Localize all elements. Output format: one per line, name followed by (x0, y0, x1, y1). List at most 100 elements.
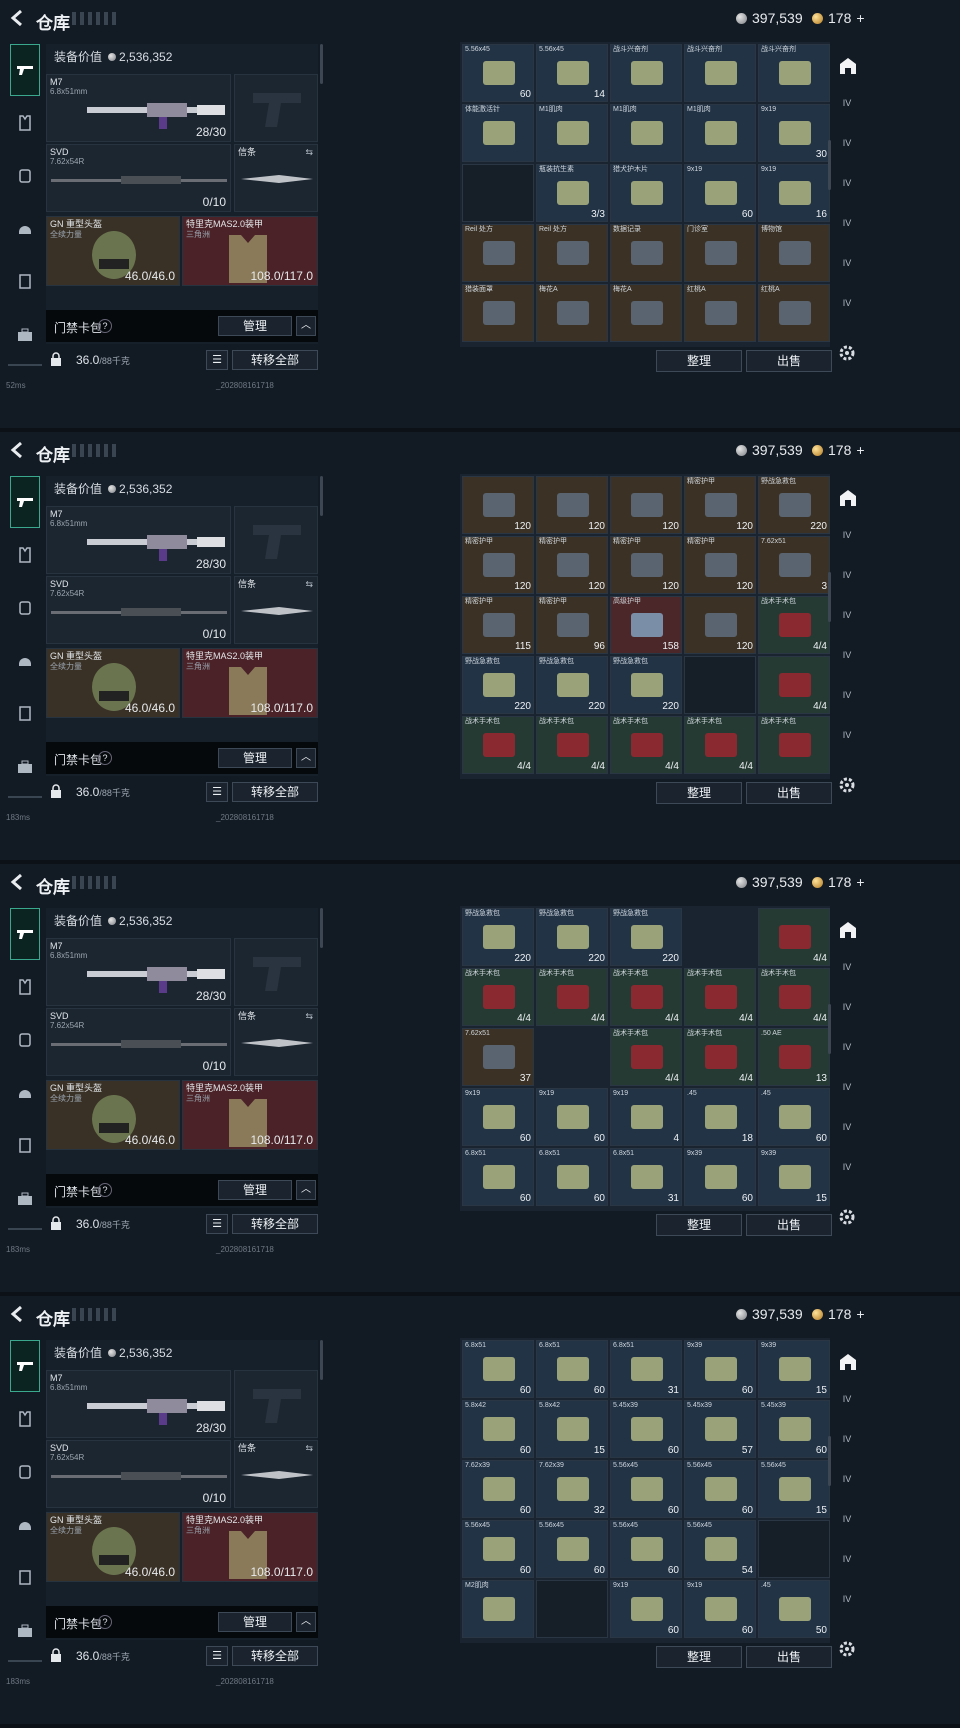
sell-button[interactable]: 出售 (746, 1214, 832, 1236)
stash-item[interactable]: .45 50 (758, 1580, 830, 1638)
keycard-help-icon[interactable]: ? (98, 1615, 112, 1629)
right-nav-item[interactable]: IV (836, 530, 858, 552)
stash-item[interactable]: 体能激活针 (462, 104, 534, 162)
stash-item[interactable]: 野战急救包 220 (536, 908, 608, 966)
stash-item[interactable]: 7.62x39 60 (462, 1460, 534, 1518)
sidearm-slot[interactable] (234, 74, 318, 142)
stash-item[interactable]: 9x39 60 (684, 1340, 756, 1398)
right-nav-item[interactable]: IV (836, 1082, 858, 1104)
back-icon[interactable] (8, 8, 26, 28)
stash-item[interactable]: 4/4 (758, 656, 830, 714)
home-icon[interactable] (838, 920, 858, 940)
swap-icon[interactable]: ⇆ (305, 1443, 313, 1454)
stash-item[interactable]: 120 (610, 476, 682, 534)
helmet-slot[interactable]: GN 重型头盔 全续力量 46.0/46.0 (46, 216, 180, 286)
stash-item[interactable]: M1肌肉 (610, 104, 682, 162)
right-nav-item[interactable]: IV (836, 962, 858, 984)
stash-item[interactable]: 战斗兴奋剂 (758, 44, 830, 102)
stash-item[interactable]: 野战急救包 220 (462, 656, 534, 714)
right-nav-item[interactable]: IV (836, 690, 858, 712)
stash-item[interactable]: 5.56x45 60 (610, 1460, 682, 1518)
armor-slot[interactable]: 特里克MAS2.0装甲 三角洲 108.0/117.0 (182, 648, 318, 718)
armor-slot[interactable]: 特里克MAS2.0装甲 三角洲 108.0/117.0 (182, 1080, 318, 1150)
nav-helmet[interactable] (10, 214, 40, 244)
keycard-help-icon[interactable]: ? (98, 319, 112, 333)
stash-item[interactable]: Reil 处方 (462, 224, 534, 282)
stash-item[interactable]: 红桃A (684, 284, 756, 342)
right-nav-item[interactable]: IV (836, 1554, 858, 1576)
stash-item[interactable]: 精密护甲 120 (610, 536, 682, 594)
sell-button[interactable]: 出售 (746, 1646, 832, 1668)
right-nav-item[interactable]: IV (836, 1434, 858, 1456)
stash-item[interactable]: 战术手术包 4/4 (610, 968, 682, 1026)
stash-item[interactable]: 5.45x39 60 (610, 1400, 682, 1458)
home-icon[interactable] (838, 56, 858, 76)
stash-item[interactable]: 5.56x45 54 (684, 1520, 756, 1578)
loadout-scrollbar[interactable] (320, 1340, 323, 1380)
transfer-all-button[interactable]: 转移全部 (232, 1646, 318, 1666)
loadout-scrollbar[interactable] (320, 476, 323, 516)
melee-slot[interactable]: 信条 ⇆ (234, 1008, 318, 1076)
nav-helmet[interactable] (10, 1510, 40, 1540)
nav-armor[interactable] (10, 972, 40, 1002)
right-nav-item[interactable]: IV (836, 570, 858, 592)
stash-item[interactable]: 9x19 60 (684, 164, 756, 222)
stash-item[interactable]: 5.45x39 57 (684, 1400, 756, 1458)
stash-item[interactable] (462, 164, 534, 222)
gear-icon[interactable] (838, 776, 856, 794)
stash-item[interactable]: M2肌肉 (462, 1580, 534, 1638)
stash-item[interactable]: 战术手术包 4/4 (536, 968, 608, 1026)
stash-item[interactable]: 5.56x45 60 (536, 1520, 608, 1578)
stash-item[interactable]: 9x39 60 (684, 1148, 756, 1206)
home-icon[interactable] (838, 1352, 858, 1372)
melee-slot[interactable]: 信条 ⇆ (234, 1440, 318, 1508)
stash-item[interactable]: 战斗兴奋剂 (684, 44, 756, 102)
stash-item[interactable]: .45 18 (684, 1088, 756, 1146)
stash-item[interactable]: 瓶装抗生素 3/3 (536, 164, 608, 222)
stash-item[interactable]: 6.8x51 60 (462, 1340, 534, 1398)
nav-toolbox[interactable] (10, 1184, 40, 1214)
stash-item[interactable]: 战术手术包 4/4 (758, 596, 830, 654)
stash-item[interactable]: 门诊室 (684, 224, 756, 282)
right-nav-item[interactable]: IV (836, 650, 858, 672)
stash-item[interactable]: 9x19 4 (610, 1088, 682, 1146)
sidearm-slot[interactable] (234, 1370, 318, 1438)
collapse-chevron-icon[interactable]: ︿ (296, 748, 316, 768)
primary-weapon-slot[interactable]: M7 6.8x51mm 28/30 (46, 938, 231, 1006)
nav-weapons[interactable] (10, 1340, 40, 1392)
nav-weapons[interactable] (10, 476, 40, 528)
primary-weapon-slot[interactable]: M7 6.8x51mm 28/30 (46, 74, 231, 142)
stash-item[interactable]: 精密护甲 115 (462, 596, 534, 654)
stash-item[interactable]: 精密护甲 120 (462, 536, 534, 594)
helmet-slot[interactable]: GN 重型头盔 全续力量 46.0/46.0 (46, 648, 180, 718)
stash-item[interactable]: 战术手术包 4/4 (610, 1028, 682, 1086)
keycard-help-icon[interactable]: ? (98, 1183, 112, 1197)
stash-item[interactable]: 战术手术包 4/4 (536, 716, 608, 774)
stash-item[interactable]: 战术手术包 4/4 (758, 968, 830, 1026)
stash-item[interactable]: 6.8x51 31 (610, 1340, 682, 1398)
right-nav-item[interactable]: IV (836, 218, 858, 240)
collapse-chevron-icon[interactable]: ︿ (296, 1612, 316, 1632)
loadout-scrollbar[interactable] (320, 908, 323, 948)
secondary-weapon-slot[interactable]: SVD 7.62x54R 0/10 (46, 1440, 231, 1508)
secondary-weapon-slot[interactable]: SVD 7.62x54R 0/10 (46, 1008, 231, 1076)
sort-button[interactable]: 整理 (656, 1646, 742, 1668)
stash-item[interactable]: 战术手术包 (758, 716, 830, 774)
list-view-icon[interactable]: ☰ (206, 350, 228, 370)
stash-scrollbar[interactable] (828, 1436, 831, 1486)
stash-item[interactable]: 战术手术包 4/4 (610, 716, 682, 774)
gear-icon[interactable] (838, 1640, 856, 1658)
stash-item[interactable]: 精密护甲 120 (684, 476, 756, 534)
stash-item[interactable] (536, 1580, 608, 1638)
stash-item[interactable]: 5.56x45 60 (610, 1520, 682, 1578)
stash-item[interactable]: 7.62x39 32 (536, 1460, 608, 1518)
stash-item[interactable]: 120 (536, 476, 608, 534)
stash-item[interactable]: 9x19 60 (536, 1088, 608, 1146)
primary-weapon-slot[interactable]: M7 6.8x51mm 28/30 (46, 506, 231, 574)
stash-item[interactable]: 120 (462, 476, 534, 534)
stash-item[interactable]: 野战急救包 220 (536, 656, 608, 714)
stash-item[interactable]: 高级护甲 158 (610, 596, 682, 654)
stash-item[interactable]: 猎装面罩 (462, 284, 534, 342)
nav-container[interactable] (10, 266, 40, 296)
back-icon[interactable] (8, 1304, 26, 1324)
